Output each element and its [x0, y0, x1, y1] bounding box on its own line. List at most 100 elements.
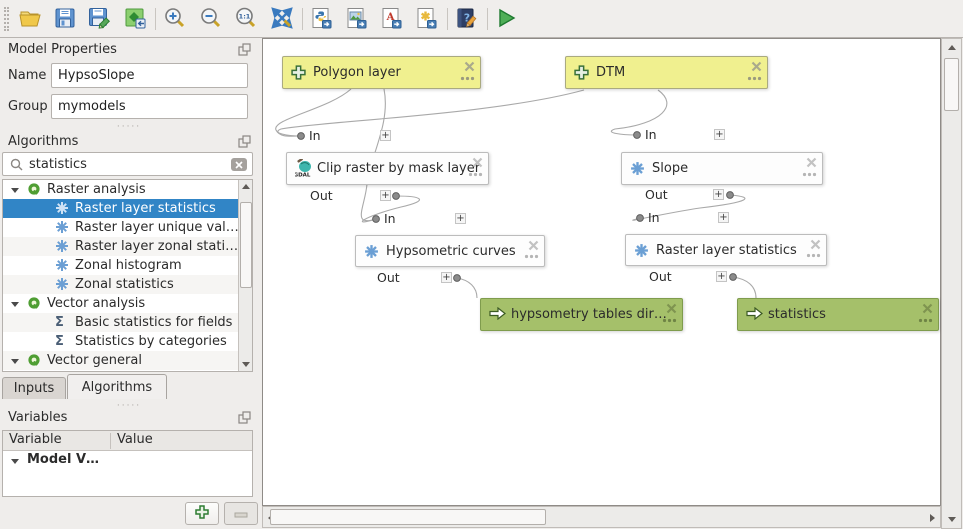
- zoom-full-button[interactable]: [267, 5, 297, 33]
- tree-item-label: Raster layer statistics: [75, 201, 216, 216]
- plus-icon: [195, 505, 209, 522]
- algorithm-node-clip-raster[interactable]: GDAL Clip raster by mask layer: [286, 152, 489, 185]
- toolbar-handle[interactable]: [4, 7, 9, 31]
- tree-scrollbar-thumb[interactable]: [240, 202, 252, 288]
- vertical-scrollbar-thumb[interactable]: [944, 58, 959, 111]
- node-options-icon[interactable]: [806, 247, 821, 262]
- expand-anchor-button[interactable]: +: [713, 189, 724, 200]
- node-title: Hypsometric curves: [386, 244, 516, 259]
- algorithm-node-slope[interactable]: Slope: [621, 152, 823, 185]
- tree-scrollbar[interactable]: [238, 180, 252, 371]
- node-options-icon[interactable]: [524, 248, 539, 263]
- column-variable: Variable: [9, 432, 62, 447]
- tree-item-statistics-by-categories[interactable]: Σ Statistics by categories: [3, 332, 252, 351]
- collapse-arrow-icon[interactable]: [11, 302, 19, 307]
- node-options-icon[interactable]: [662, 312, 677, 327]
- node-options-icon[interactable]: [802, 166, 817, 181]
- float-panel-icon[interactable]: [238, 411, 251, 424]
- folder-open-icon: [18, 6, 42, 33]
- add-variable-button[interactable]: [185, 502, 219, 525]
- tree-item-zonal-statistics[interactable]: Zonal statistics: [3, 275, 252, 294]
- canvas-horizontal-scrollbar[interactable]: [262, 506, 941, 528]
- variables-table: Variable Value Model V…: [2, 430, 253, 497]
- scroll-right-icon[interactable]: [930, 514, 935, 522]
- tree-item-label: Vector general: [47, 353, 142, 368]
- remove-variable-button[interactable]: [224, 502, 258, 525]
- zoom-in-button[interactable]: [160, 5, 190, 33]
- tree-group-vector-analysis[interactable]: Vector analysis: [3, 294, 252, 313]
- socket-dot: [373, 216, 380, 223]
- export-svg-button[interactable]: [411, 5, 441, 33]
- node-options-icon[interactable]: [460, 70, 475, 85]
- tree-group-raster-analysis[interactable]: Raster analysis: [3, 180, 252, 199]
- model-canvas[interactable]: In + In + Out + Out + In + In + Out + Ou…: [262, 38, 941, 506]
- node-options-icon[interactable]: [747, 70, 762, 85]
- scroll-down-icon[interactable]: [948, 517, 956, 522]
- tree-item-label: Basic statistics for fields: [75, 315, 232, 330]
- scroll-down-icon[interactable]: [242, 362, 250, 367]
- export-python-button[interactable]: [306, 5, 336, 33]
- save-model-as-button[interactable]: [84, 5, 114, 33]
- socket-dot: [454, 275, 461, 282]
- tree-group-vector-general[interactable]: Vector general: [3, 351, 252, 370]
- tree-item-label: Raster analysis: [47, 182, 146, 197]
- input-node-dtm[interactable]: DTM: [565, 56, 768, 89]
- float-panel-icon[interactable]: [238, 135, 251, 148]
- save-model-in-project-button[interactable]: [120, 5, 150, 33]
- algorithms-panel-title: Algorithms: [8, 134, 78, 149]
- tree-item-raster-layer-unique-values[interactable]: Raster layer unique val…: [3, 218, 252, 237]
- tree-item-basic-statistics-for-fields[interactable]: Σ Basic statistics for fields: [3, 313, 252, 332]
- expand-anchor-button[interactable]: +: [441, 272, 452, 283]
- toolbar-separator: [447, 8, 448, 30]
- expand-anchor-button[interactable]: +: [455, 213, 466, 224]
- expand-anchor-button[interactable]: +: [380, 190, 391, 201]
- canvas-vertical-scrollbar[interactable]: [941, 38, 962, 529]
- node-title: DTM: [596, 65, 625, 80]
- edit-help-button[interactable]: ?: [451, 5, 481, 33]
- zoom-actual-button[interactable]: 1:1: [231, 5, 261, 33]
- node-options-icon[interactable]: [918, 312, 933, 327]
- output-node-statistics[interactable]: statistics: [737, 298, 939, 331]
- float-panel-icon[interactable]: [238, 43, 251, 56]
- algorithm-node-raster-layer-statistics[interactable]: Raster layer statistics: [625, 234, 827, 266]
- collapse-arrow-icon[interactable]: [11, 359, 19, 364]
- processing-gear-icon: [364, 244, 379, 263]
- node-options-icon[interactable]: [468, 166, 483, 181]
- search-input[interactable]: [29, 154, 224, 174]
- input-node-polygon-layer[interactable]: Polygon layer: [282, 56, 481, 89]
- clear-search-icon[interactable]: [231, 158, 247, 171]
- toolbar-separator: [155, 8, 156, 30]
- splitter-handle[interactable]: [0, 124, 258, 132]
- anchor-in-label: In: [648, 210, 660, 225]
- model-properties-title: Model Properties: [8, 42, 117, 57]
- collapse-arrow-icon[interactable]: [11, 459, 19, 464]
- collapse-arrow-icon[interactable]: [11, 188, 19, 193]
- sidebar: Model Properties Name Group Algorithms R…: [0, 38, 258, 529]
- save-model-button[interactable]: [50, 5, 80, 33]
- tree-item-raster-layer-statistics[interactable]: Raster layer statistics: [3, 199, 252, 218]
- tab-algorithms[interactable]: Algorithms: [67, 374, 167, 399]
- tree-item-zonal-histogram[interactable]: Zonal histogram: [3, 256, 252, 275]
- output-node-hypsometry-tables[interactable]: hypsometry tables dir…: [480, 298, 683, 331]
- run-model-button[interactable]: [491, 5, 521, 33]
- export-pdf-button[interactable]: A: [376, 5, 406, 33]
- expand-anchor-button[interactable]: +: [714, 129, 725, 140]
- tree-item-raster-layer-zonal-statistics[interactable]: Raster layer zonal stati…: [3, 237, 252, 256]
- scroll-up-icon[interactable]: [948, 45, 956, 50]
- expand-anchor-button[interactable]: +: [716, 271, 727, 282]
- model-group-input[interactable]: [51, 94, 248, 119]
- open-model-button[interactable]: [15, 5, 45, 33]
- name-label: Name: [8, 68, 46, 83]
- zoom-out-button[interactable]: [196, 5, 226, 33]
- node-title: Polygon layer: [313, 65, 401, 80]
- algorithm-node-hypsometric-curves[interactable]: Hypsometric curves: [355, 235, 545, 267]
- expand-anchor-button[interactable]: +: [380, 130, 391, 141]
- horizontal-scrollbar-thumb[interactable]: [270, 509, 546, 525]
- scroll-up-icon[interactable]: [242, 184, 250, 189]
- variables-group-row[interactable]: Model V…: [3, 451, 252, 471]
- model-name-input[interactable]: [51, 63, 248, 88]
- tab-inputs[interactable]: Inputs: [2, 377, 66, 399]
- anchor-out-label: Out: [645, 187, 668, 202]
- export-image-button[interactable]: [341, 5, 371, 33]
- expand-anchor-button[interactable]: +: [718, 212, 729, 223]
